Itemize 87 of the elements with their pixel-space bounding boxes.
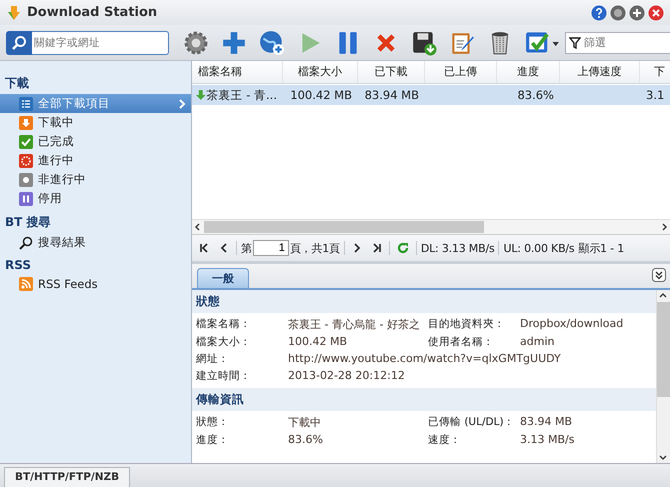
paused-icon [19,192,33,206]
sidebar-item[interactable]: 已完成 [0,132,191,151]
field-value: Dropbox/download [520,317,624,332]
vertical-scrollbar[interactable] [656,290,670,463]
table-cell: 83.6% [517,88,554,102]
minimize-icon[interactable] [610,4,626,20]
tab[interactable]: 一般 [197,268,249,288]
section-heading: 傳輸資訊 [192,388,656,411]
floppy-download-icon[interactable] [411,30,437,56]
completed-icon [19,134,33,148]
column-header[interactable]: 下 [640,61,670,83]
field-value: 3.13 MB/s [520,433,576,447]
sidebar-item[interactable]: 非進行中 [0,170,191,189]
status-tab[interactable]: BT/HTTP/FTP/NZB [4,467,130,487]
sidebar-heading: 下載 [4,75,30,92]
field-value: admin [520,335,556,349]
active-icon [19,154,33,168]
window-title: Download Station [27,5,158,20]
filter-field[interactable]: 篩選 [565,32,670,54]
sidebar-item[interactable]: 搜尋結果 [0,233,191,252]
rss-icon [19,276,33,290]
field-value: 100.42 MB [288,335,348,349]
field-label: 目的地資料夾： [428,317,506,332]
section-heading: 狀態 [192,290,656,313]
close-icon[interactable] [648,4,664,20]
table-cell: 茶裏王 - 青... [206,88,277,102]
column-header[interactable]: 檔案名稱 [192,61,283,83]
field-value: 茶裏王 - 青心烏龍 - 好茶之 [288,317,421,332]
field-value: http://www.youtube.com/watch?v=qlxGMTgUUDY [288,352,562,366]
page-label: 第 [241,240,252,256]
search-field[interactable]: 關鍵字或網址 [32,30,169,54]
chevron-icon [178,98,186,108]
collapse-icon[interactable] [652,268,666,282]
first-page-icon[interactable] [199,243,209,253]
globe-plus-icon[interactable] [259,30,285,56]
sidebar-heading: BT 搜尋 [4,214,52,231]
maximize-icon[interactable] [629,4,645,20]
table-cell: 3.1 [646,88,664,102]
table-row[interactable]: 茶裏王 - 青... 100.42 MB 83.94 MB 83.6% 3.1 [192,85,670,105]
field-value: 83.6% [288,433,324,447]
add-icon[interactable] [221,30,247,56]
field-label: 進度： [196,433,230,447]
field-label: 速度： [428,433,462,447]
column-header[interactable]: 已下載 [358,61,425,83]
download-speed: DL: 3.13 MB/s [420,242,494,254]
upload-speed: UL: 0.00 KB/s [503,242,574,254]
page-field[interactable]: 1 [252,240,289,256]
download-arrow-icon [195,89,207,101]
display-count: 顯示1 - 1 [578,240,624,256]
sidebar-item[interactable]: RSS Feeds [0,274,191,293]
magnifier-icon [19,236,33,250]
table-cell: 100.42 MB [290,88,352,102]
column-header[interactable]: 進度 [497,61,560,83]
page-count: 頁，共1頁 [290,240,340,256]
field-value: 下載中 [288,415,322,430]
download-arrow-icon [6,4,22,20]
sidebar-heading: RSS [4,257,32,274]
sidebar-item[interactable]: 下載中 [0,113,191,132]
field-label: 建立時間： [196,369,252,383]
sidebar-item[interactable]: 停用 [0,189,191,208]
downloading-icon [19,116,33,130]
field-label: 已傳輸 (UL/DL)： [428,415,516,430]
field-label: 網址： [196,352,230,366]
field-label: 使用者名稱： [428,335,495,349]
search-button[interactable] [6,30,32,54]
column-header[interactable]: 檔案大小 [283,61,358,83]
field-value: 2013-02-28 20:12:12 [288,369,406,383]
search-icon [11,34,27,50]
help-icon[interactable] [591,4,607,20]
field-value: 83.94 MB [520,415,574,430]
settings-icon[interactable] [183,30,209,56]
column-header[interactable]: 上傳速度 [560,61,640,83]
checklist-dropdown-icon[interactable] [525,30,561,56]
last-page-icon[interactable] [372,243,382,253]
field-label: 狀態： [196,415,230,430]
column-header[interactable]: 已上傳 [425,61,497,83]
inactive-icon [19,172,33,186]
filter-icon [569,36,581,48]
previous-page-icon[interactable] [219,243,229,253]
next-page-icon[interactable] [352,243,362,253]
all-icon [19,96,33,110]
horizontal-scrollbar[interactable] [192,219,670,234]
sidebar-item[interactable]: 進行中 [0,151,191,170]
refresh-icon[interactable] [396,242,409,254]
table-cell: 83.94 MB [364,88,419,102]
field-label: 檔案大小： [196,335,252,349]
field-label: 檔案名稱： [196,317,252,332]
